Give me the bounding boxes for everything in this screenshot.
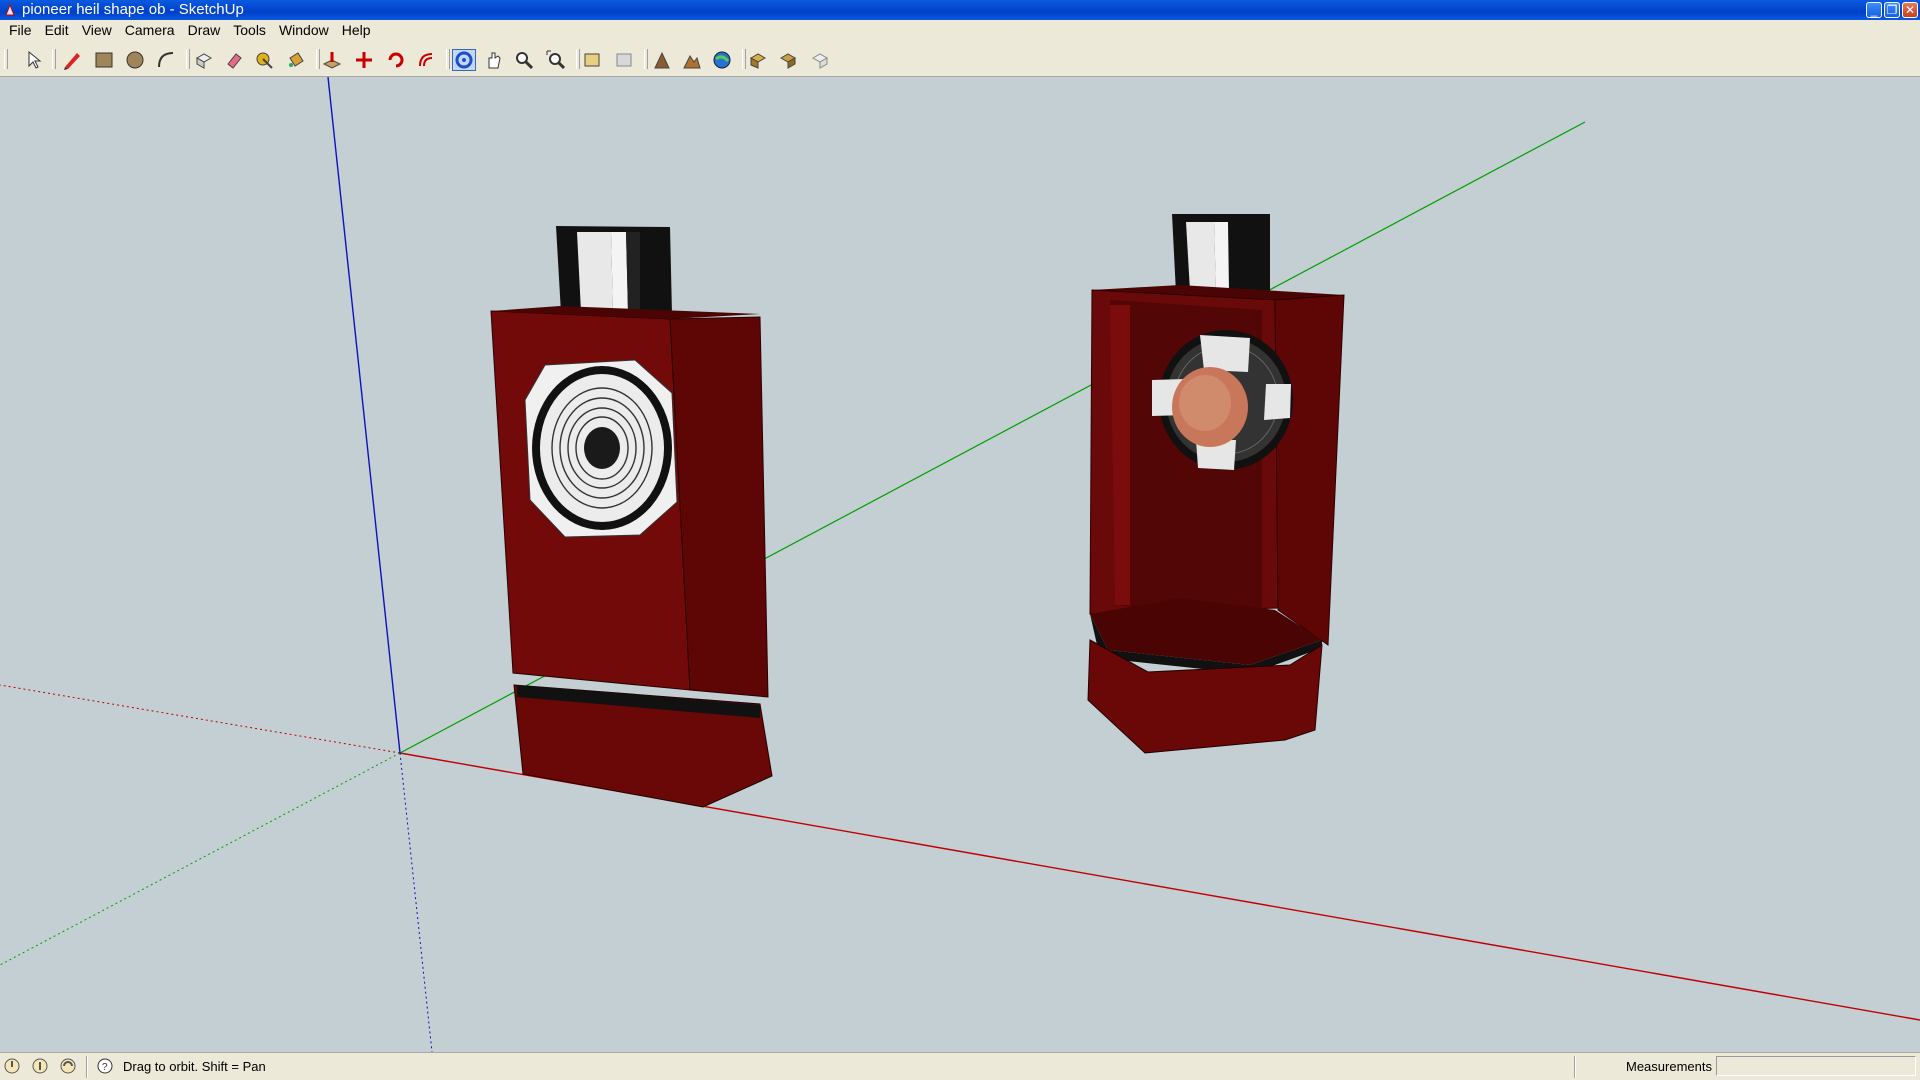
green-axis-negative — [0, 752, 401, 966]
previous-view-icon[interactable] — [580, 49, 604, 71]
window-title: pioneer heil shape ob - SketchUp — [22, 1, 244, 18]
measurements-label: Measurements — [1626, 1059, 1712, 1074]
arc-icon[interactable] — [154, 49, 178, 71]
red-axis-negative — [0, 684, 401, 754]
eraser-icon[interactable] — [222, 49, 246, 71]
next-view-icon[interactable] — [612, 49, 636, 71]
google-earth-icon[interactable] — [710, 49, 734, 71]
toolbar-grip[interactable] — [446, 49, 450, 69]
geo-location-icon[interactable] — [4, 1058, 20, 1074]
make-texture-icon[interactable] — [808, 49, 832, 71]
menu-view[interactable]: View — [79, 20, 118, 41]
sketchup-app-icon — [5, 3, 15, 16]
status-hint: Drag to orbit. Shift = Pan — [123, 1059, 266, 1074]
close-button[interactable]: ✕ — [1902, 2, 1918, 18]
right-cabinet-side — [1274, 294, 1345, 646]
toggle-terrain-icon[interactable] — [680, 49, 704, 71]
menu-file[interactable]: File — [6, 20, 38, 41]
blue-axis — [327, 77, 401, 754]
orbit-icon[interactable] — [452, 49, 476, 71]
toolbar-grip[interactable] — [52, 49, 56, 69]
share-model-icon[interactable] — [776, 49, 800, 71]
title-bar: pioneer heil shape ob - SketchUp _ ❐ ✕ — [0, 0, 1920, 20]
credits-icon[interactable] — [32, 1058, 48, 1074]
svg-text:?: ? — [102, 1062, 108, 1073]
get-models-icon[interactable] — [746, 49, 770, 71]
push-pull-icon[interactable] — [320, 49, 344, 71]
paint-bucket-icon[interactable] — [284, 49, 308, 71]
minimize-button[interactable]: _ — [1866, 2, 1882, 18]
toolbar — [0, 41, 1920, 77]
menu-draw[interactable]: Draw — [185, 20, 227, 41]
menu-camera[interactable]: Camera — [122, 20, 181, 41]
toolbar-grip[interactable] — [186, 49, 190, 69]
blue-axis-negative — [399, 752, 433, 1052]
menu-bar: File Edit View Camera Draw Tools Window … — [0, 20, 1920, 41]
menu-tools[interactable]: Tools — [230, 20, 272, 41]
pencil-icon[interactable] — [60, 49, 84, 71]
left-speaker[interactable] — [490, 226, 773, 808]
measurements-input[interactable] — [1716, 1056, 1916, 1076]
zoom-icon[interactable] — [512, 49, 536, 71]
toolbar-grip[interactable] — [644, 49, 648, 69]
menu-help[interactable]: Help — [339, 20, 377, 41]
tape-measure-icon[interactable] — [252, 49, 276, 71]
left-dust-cap — [584, 427, 620, 469]
circle-icon[interactable] — [123, 49, 147, 71]
select-icon[interactable] — [22, 49, 46, 71]
zoom-extents-icon[interactable] — [544, 49, 568, 71]
right-speaker[interactable] — [1087, 214, 1345, 754]
user-icon[interactable] — [60, 1058, 76, 1074]
model-viewport[interactable] — [0, 77, 1920, 1052]
toolbar-grip[interactable] — [4, 49, 8, 69]
3d-scene[interactable] — [0, 77, 1920, 1052]
menu-edit[interactable]: Edit — [42, 20, 75, 41]
move-icon[interactable] — [352, 49, 376, 71]
menu-window[interactable]: Window — [276, 20, 335, 41]
offset-icon[interactable] — [414, 49, 438, 71]
make-component-icon[interactable] — [192, 49, 216, 71]
pan-icon[interactable] — [482, 49, 506, 71]
status-bar: ? Drag to orbit. Shift = Pan Measurement… — [0, 1052, 1920, 1080]
add-location-icon[interactable] — [650, 49, 674, 71]
rectangle-icon[interactable] — [92, 49, 116, 71]
maximize-button[interactable]: ❐ — [1884, 2, 1900, 18]
help-icon[interactable]: ? — [97, 1058, 113, 1074]
rotate-icon[interactable] — [384, 49, 408, 71]
